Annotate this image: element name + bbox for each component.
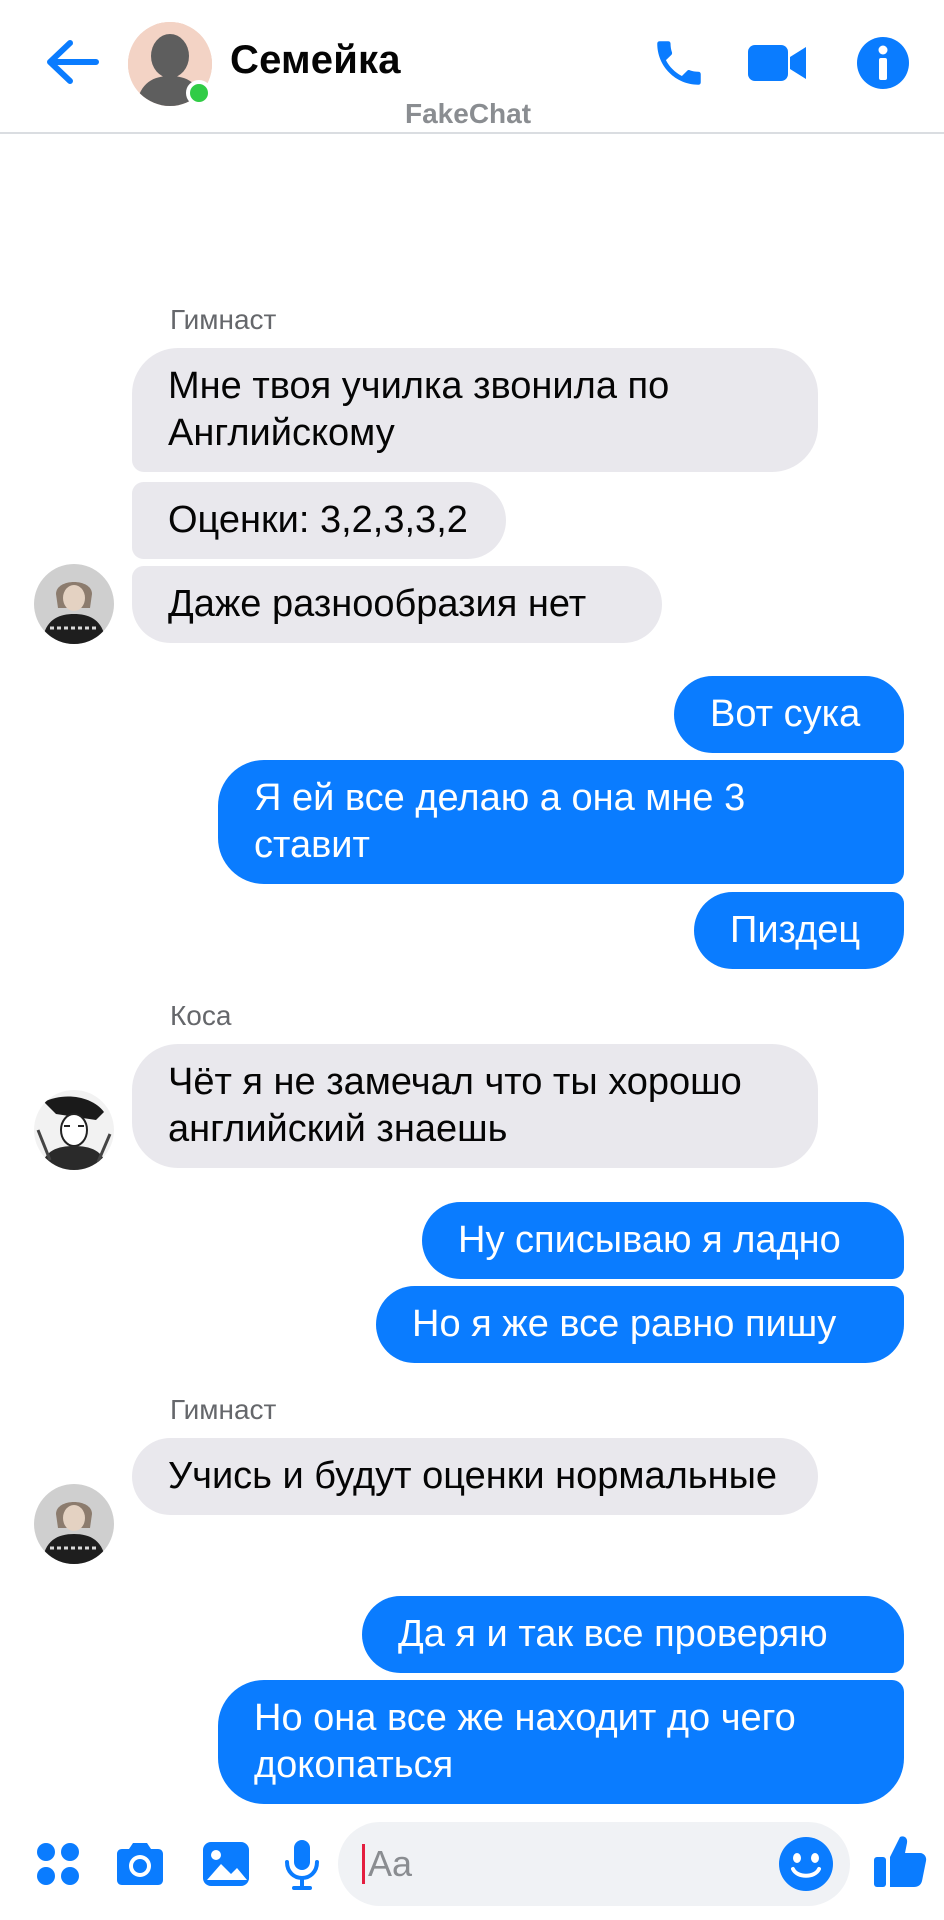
chat-header: Семейка FakeChat — [0, 0, 944, 134]
message-bubble-incoming[interactable]: Оценки: 3,2,3,3,2 — [132, 482, 506, 559]
online-status-dot — [186, 80, 212, 106]
message-bubble-incoming[interactable]: Мне твоя училка звонила по Английскому — [132, 348, 818, 472]
message-input[interactable]: Aa — [338, 1822, 850, 1906]
phone-icon[interactable] — [646, 30, 712, 96]
sender-name: Коса — [170, 1000, 232, 1031]
message-bubble-outgoing[interactable]: Пиздец — [694, 892, 904, 969]
chat-title[interactable]: Семейка — [230, 38, 401, 83]
watermark: FakeChat — [405, 98, 532, 129]
group-avatar[interactable] — [128, 22, 212, 106]
microphone-icon[interactable] — [274, 1836, 330, 1892]
camera-icon[interactable] — [112, 1836, 168, 1892]
message-bubble-incoming[interactable]: Чёт я не замечал что ты хорошо английски… — [132, 1044, 818, 1168]
sender-name: Гимнаст — [170, 304, 277, 335]
sender-name: Гимнаст — [170, 1394, 277, 1425]
image-icon[interactable] — [198, 1836, 254, 1892]
message-bubble-outgoing[interactable]: Но я же все равно пишу — [376, 1286, 904, 1363]
message-bubble-outgoing[interactable]: Я ей все делаю а она мне 3 ставит — [218, 760, 904, 884]
sender-avatar[interactable] — [34, 1484, 114, 1564]
emoji-icon[interactable] — [776, 1834, 836, 1894]
sender-avatar[interactable] — [34, 564, 114, 644]
message-bubble-outgoing[interactable]: Вот сука — [674, 676, 904, 753]
message-bubble-outgoing[interactable]: Ну списываю я ладно — [422, 1202, 904, 1279]
back-arrow-icon[interactable] — [40, 30, 104, 94]
text-caret — [362, 1844, 365, 1884]
sender-avatar[interactable] — [34, 1090, 114, 1170]
info-icon[interactable] — [850, 30, 916, 96]
apps-grid-icon[interactable] — [30, 1836, 86, 1892]
message-bubble-outgoing[interactable]: Но она все же находит до чего докопаться — [218, 1680, 904, 1804]
message-bubble-incoming[interactable]: Учись и будут оценки нормальные — [132, 1438, 818, 1515]
thumbs-up-icon[interactable] — [870, 1830, 930, 1892]
message-input-placeholder: Aa — [368, 1843, 413, 1884]
video-camera-icon[interactable] — [744, 30, 810, 96]
message-bubble-outgoing[interactable]: Да я и так все проверяю — [362, 1596, 904, 1673]
message-bubble-incoming[interactable]: Даже разнообразия нет — [132, 566, 662, 643]
